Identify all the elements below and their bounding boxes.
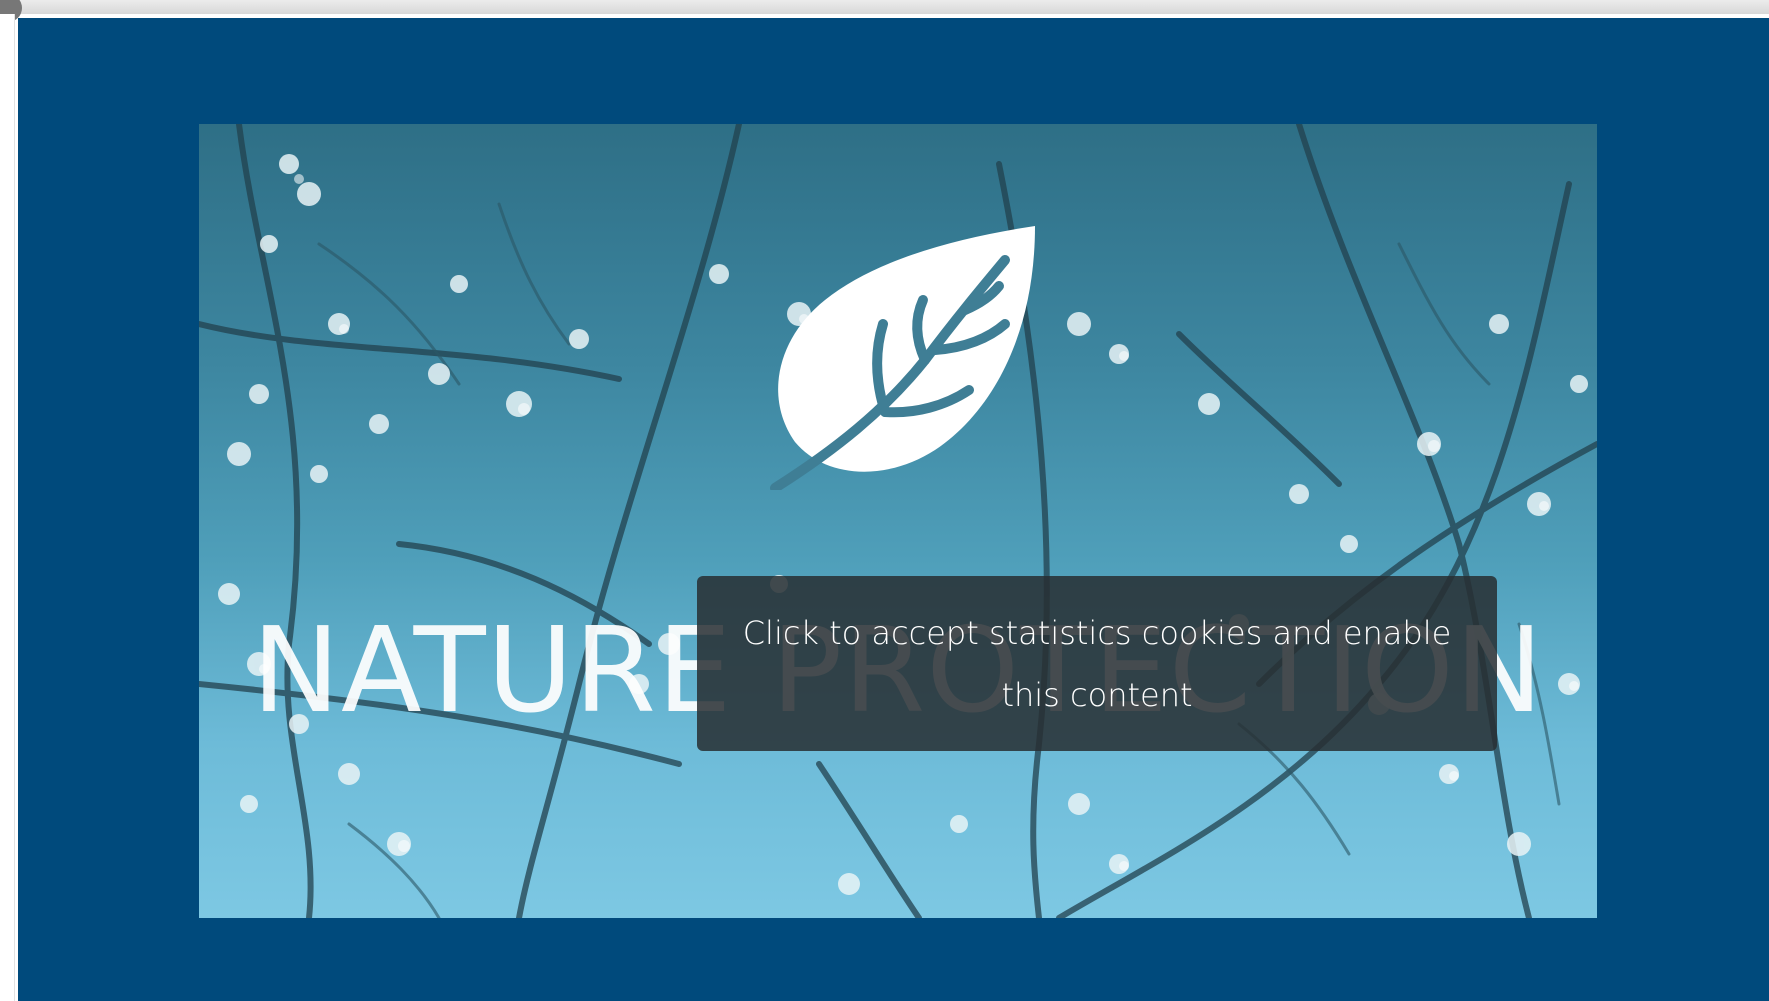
cookie-notice-text: Click to accept statistics cookies and e… — [742, 613, 1452, 714]
video-thumbnail: NATURE PROTECTION Click to accept statis… — [199, 124, 1597, 918]
accept-cookies-overlay-button[interactable]: Click to accept statistics cookies and e… — [697, 576, 1497, 751]
video-embed-frame: NATURE PROTECTION Click to accept statis… — [18, 18, 1769, 1001]
page: NATURE PROTECTION Click to accept statis… — [0, 0, 1769, 1001]
top-bar — [0, 0, 1769, 14]
left-edge — [0, 14, 15, 1001]
leaf-icon — [770, 226, 1035, 490]
